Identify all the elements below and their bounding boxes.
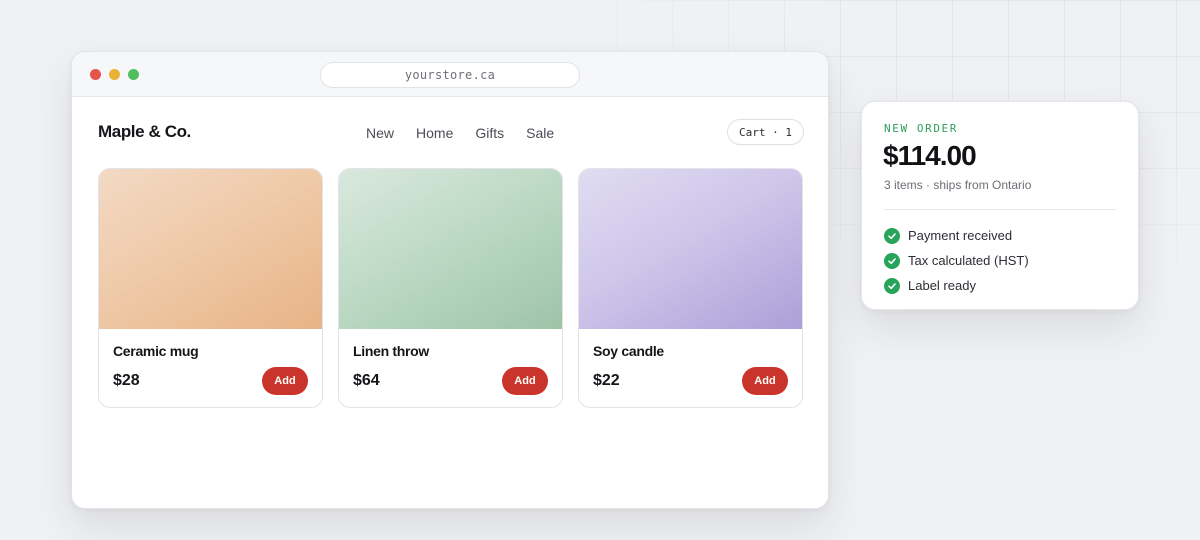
product-name[interactable]: Soy candle (593, 343, 664, 359)
checklist-item: Tax calculated (HST) (884, 248, 1029, 273)
product-image[interactable] (579, 169, 802, 329)
product-card[interactable]: Soy candle $22 Add (578, 168, 803, 408)
product-price: $64 (353, 372, 380, 389)
add-to-cart-button[interactable]: Add (742, 367, 788, 395)
add-to-cart-button[interactable]: Add (502, 367, 548, 395)
new-order-card: NEW ORDER $114.00 3 items · ships from O… (861, 101, 1139, 310)
order-checklist: Payment received Tax calculated (HST) La… (884, 223, 1029, 298)
address-bar[interactable]: yourstore.ca (320, 62, 580, 88)
close-window-dot[interactable] (90, 69, 101, 80)
product-price: $28 (113, 372, 140, 389)
cart-button[interactable]: Cart · 1 (727, 119, 804, 145)
product-price: $22 (593, 372, 620, 389)
store-nav: New Home Gifts Sale (366, 125, 554, 141)
minimize-window-dot[interactable] (109, 69, 120, 80)
order-subtitle: 3 items · ships from Ontario (884, 178, 1032, 192)
nav-link-sale[interactable]: Sale (526, 125, 554, 141)
add-to-cart-button[interactable]: Add (262, 367, 308, 395)
product-image[interactable] (339, 169, 562, 329)
checklist-item-label: Label ready (908, 278, 976, 293)
check-circle-icon (884, 227, 900, 244)
canvas: yourstore.ca Maple & Co. New Home Gifts … (0, 0, 1200, 540)
order-total: $114.00 (883, 140, 977, 171)
product-card-body: Soy candle $22 Add (579, 329, 802, 407)
product-card-body: Linen throw $64 Add (339, 329, 562, 407)
product-name[interactable]: Ceramic mug (113, 343, 199, 359)
product-card-body: Ceramic mug $28 Add (99, 329, 322, 407)
nav-link-gifts[interactable]: Gifts (475, 125, 504, 141)
order-label: NEW ORDER (884, 122, 959, 135)
store-header: Maple & Co. New Home Gifts Sale Cart · 1 (72, 97, 828, 169)
product-card[interactable]: Linen throw $64 Add (338, 168, 563, 408)
product-name[interactable]: Linen throw (353, 343, 429, 359)
browser-window: yourstore.ca Maple & Co. New Home Gifts … (71, 51, 829, 509)
order-divider (884, 209, 1116, 210)
product-grid: Ceramic mug $28 Add Linen throw $64 Add … (98, 168, 803, 408)
browser-chrome: yourstore.ca (72, 52, 828, 97)
checklist-item-label: Tax calculated (HST) (908, 253, 1029, 268)
checklist-item: Payment received (884, 223, 1029, 248)
nav-link-home[interactable]: Home (416, 125, 453, 141)
product-card[interactable]: Ceramic mug $28 Add (98, 168, 323, 408)
product-image[interactable] (99, 169, 322, 329)
check-circle-icon (884, 277, 900, 294)
checklist-item: Label ready (884, 273, 1029, 298)
checklist-item-label: Payment received (908, 228, 1013, 243)
store-logo[interactable]: Maple & Co. (98, 122, 191, 142)
check-circle-icon (884, 252, 900, 269)
nav-link-new[interactable]: New (366, 125, 394, 141)
maximize-window-dot[interactable] (128, 69, 139, 80)
